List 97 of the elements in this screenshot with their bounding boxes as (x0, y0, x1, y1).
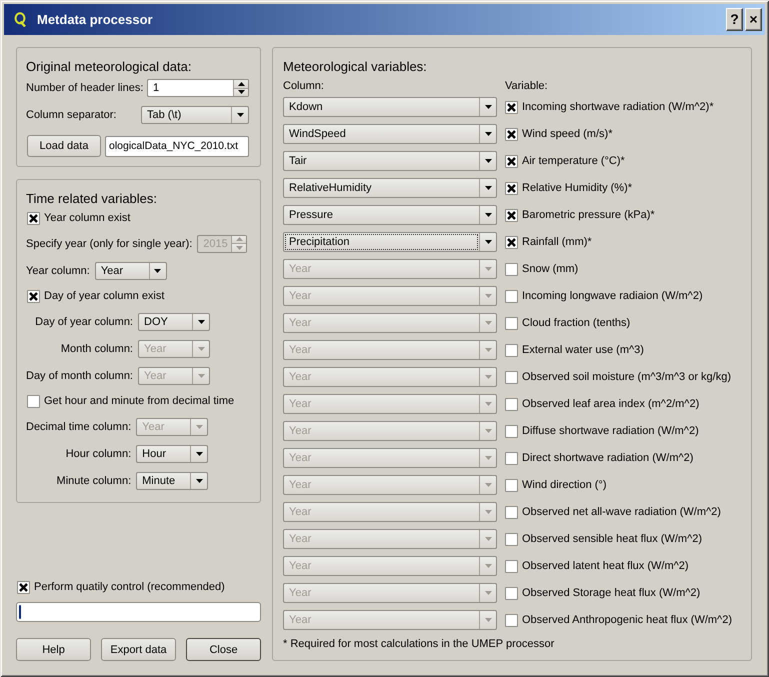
close-button[interactable]: Close (186, 638, 261, 661)
export-data-button[interactable]: Export data (101, 638, 176, 661)
checkbox[interactable] (27, 394, 40, 408)
spin-up-button[interactable] (233, 80, 248, 88)
caret-icon (484, 267, 492, 271)
field-label: Year column: (26, 264, 90, 276)
caret-icon (196, 452, 203, 456)
checkbox[interactable] (505, 154, 518, 168)
x-mark-icon (507, 130, 516, 138)
x-mark-icon (29, 292, 38, 300)
checkbox-label[interactable]: Get hour and minute from decimal time (44, 395, 234, 407)
checkbox-label[interactable]: Wind speed (m/s)* (522, 128, 612, 140)
caret-icon (484, 240, 492, 244)
checkbox-label[interactable]: Year column exist (44, 212, 130, 224)
dropdown[interactable]: Kdown (283, 97, 497, 117)
field-label: Month column: (60, 342, 133, 354)
caret-icon (196, 424, 203, 428)
window-title: Metdata processor (37, 12, 154, 27)
field-label: Day of year column: (35, 316, 133, 328)
caret-icon (484, 564, 492, 568)
checkbox-label[interactable]: Relative Humidity (%)* (522, 182, 632, 194)
caret-icon (484, 132, 492, 136)
x-mark-icon (507, 102, 516, 112)
caret-icon (484, 537, 492, 541)
caret-icon (484, 213, 492, 217)
help-button[interactable]: Help (16, 638, 91, 661)
caret-icon (196, 478, 203, 482)
field-label: Column separator: (26, 109, 116, 121)
checkbox[interactable] (27, 212, 40, 224)
field-label: Day of month column: (26, 370, 133, 382)
caret-icon (484, 186, 492, 190)
spin-box[interactable]: 1 (147, 79, 249, 97)
dropdown[interactable]: Tair (283, 151, 497, 171)
footnote-text: * Required for most calculations in the UMEP processor (283, 638, 556, 650)
checkbox-label[interactable]: Barometric pressure (kPa)* (522, 209, 655, 221)
caret-down-icon (236, 246, 243, 250)
group-title: Time related variables: (26, 192, 158, 206)
x-mark-icon (507, 238, 516, 246)
caret-icon (484, 294, 492, 298)
checkbox[interactable] (505, 208, 518, 222)
load-data-button[interactable]: Load data (27, 135, 101, 157)
caret-icon (484, 510, 492, 514)
checkbox-label[interactable]: Day of year column exist (44, 290, 164, 302)
checkbox[interactable] (27, 290, 40, 302)
dropdown[interactable]: Tab (\t) (141, 106, 249, 124)
dropdown[interactable]: Pressure (283, 205, 497, 225)
caret-icon (484, 591, 492, 595)
caret-icon (198, 320, 204, 324)
x-mark-icon (507, 156, 516, 166)
caret-icon (154, 268, 162, 272)
checkbox[interactable] (505, 236, 518, 248)
caret-icon (484, 429, 492, 433)
caret-icon (484, 618, 492, 622)
caret-icon (484, 159, 492, 163)
dropdown[interactable]: Minute (136, 472, 208, 490)
checkbox[interactable] (505, 182, 518, 194)
field-label: Specify year (only for single year): (26, 238, 192, 250)
field-label: Number of header lines: (26, 82, 144, 94)
checkbox[interactable] (505, 100, 518, 114)
checkbox-label[interactable]: Perform quatily control (recommended) (34, 581, 225, 593)
column-heading: Column: (283, 80, 325, 92)
file-path-field[interactable]: ologicalData_NYC_2010.txt (105, 136, 249, 156)
caret-icon (484, 402, 492, 406)
caret-icon (484, 483, 492, 487)
caret-icon (484, 105, 492, 109)
app-logo-icon (14, 12, 26, 27)
dropdown[interactable]: Precipitation (283, 232, 497, 252)
close-button[interactable]: × (745, 8, 762, 31)
dropdown[interactable]: WindSpeed (283, 124, 497, 144)
caret-icon (484, 348, 492, 352)
caret-down-icon (238, 90, 244, 94)
caret-icon (484, 321, 492, 325)
checkbox-label[interactable]: Air temperature (°C)* (522, 155, 625, 167)
x-mark-icon (19, 582, 28, 592)
variable-heading: Variable: (505, 80, 548, 92)
group-title: Meteorological variables: (283, 60, 428, 74)
caret-icon (484, 456, 492, 460)
help-button[interactable]: ? (726, 8, 743, 31)
checkbox[interactable] (17, 580, 30, 594)
x-mark-icon (29, 214, 38, 222)
dropdown[interactable]: Year (94, 262, 167, 280)
caret-icon (236, 113, 244, 117)
dropdown[interactable]: DOY (138, 312, 210, 330)
caret-icon (198, 374, 204, 378)
field-label: Hour column: (66, 448, 132, 460)
x-mark-icon (507, 184, 516, 192)
x-mark-icon (507, 210, 516, 220)
field-label: Decimal time column: (26, 420, 132, 432)
group-title: Original meteorological data: (26, 60, 192, 74)
checkbox[interactable] (505, 128, 518, 140)
dropdown[interactable]: RelativeHumidity (283, 178, 497, 198)
field-label: Minute column: (56, 474, 132, 486)
caret-icon (484, 375, 492, 379)
caret-icon (198, 346, 204, 350)
checkbox-label[interactable]: Rainfall (mm)* (522, 236, 592, 248)
dropdown[interactable]: Hour (136, 444, 208, 462)
checkbox-label[interactable]: Incoming shortwave radiation (W/m^2)* (522, 101, 714, 113)
